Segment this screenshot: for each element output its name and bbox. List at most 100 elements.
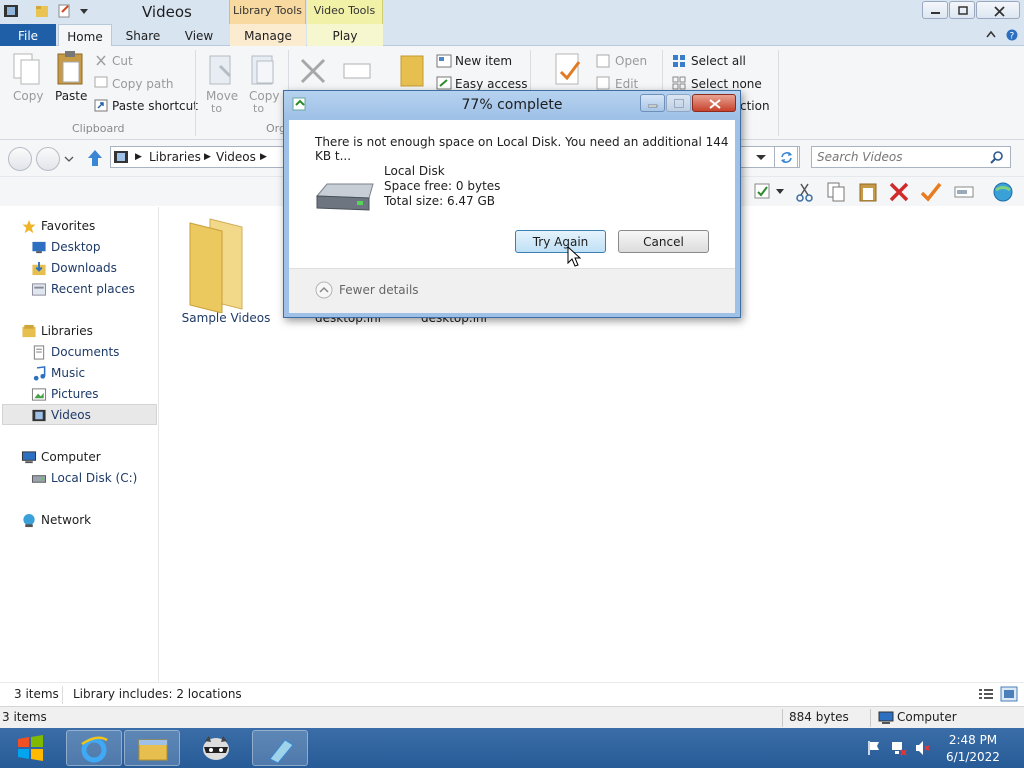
copy-icon (13, 53, 40, 85)
nav-pictures[interactable]: Pictures (31, 385, 99, 404)
tab-manage[interactable]: Manage (230, 24, 306, 47)
select-all-button[interactable]: Select all (691, 54, 746, 68)
library-locations: Library includes: 2 locations (73, 687, 242, 701)
navigation-pane: Favorites Desktop Downloads Recent place… (0, 207, 159, 682)
nav-recent-places[interactable]: Recent places (31, 280, 135, 299)
back-button[interactable] (8, 147, 32, 171)
address-dropdown-icon[interactable] (755, 154, 767, 162)
search-icon[interactable] (990, 150, 1004, 164)
new-item-button[interactable]: New item (455, 54, 512, 68)
nav-local-disk[interactable]: Local Disk (C:) (31, 469, 137, 488)
dialog-close-button[interactable] (692, 94, 736, 112)
easy-access-button[interactable]: Easy access (455, 77, 528, 91)
search-box[interactable] (811, 146, 1011, 168)
nav-libraries[interactable]: Libraries (22, 322, 93, 341)
copy-to-icon (251, 55, 274, 85)
folder-icon[interactable] (34, 3, 50, 19)
downloads-icon (32, 261, 46, 276)
globe-toolbar-icon[interactable] (992, 181, 1014, 203)
copy-button[interactable]: Copy (13, 89, 43, 103)
videos-library-icon (114, 151, 128, 163)
invert-selection-button[interactable]: ction (740, 99, 770, 113)
taskbar-raccoon-app[interactable] (188, 730, 244, 766)
taskbar-file-explorer[interactable] (124, 730, 180, 766)
window-title: Videos (142, 3, 192, 21)
tab-home[interactable]: Home (58, 24, 112, 47)
clock-time[interactable]: 2:48 PM (940, 733, 1006, 747)
rename-toolbar-icon[interactable] (953, 181, 975, 203)
move-to-icon (209, 55, 232, 85)
disk-total-size: Total size: 6.47 GB (384, 194, 496, 208)
breadcrumb-videos[interactable]: Videos (216, 150, 256, 164)
select-none-button[interactable]: Select none (691, 77, 762, 91)
cut-button[interactable]: Cut (112, 54, 133, 68)
paste-shortcut-button[interactable]: Paste shortcut (112, 99, 198, 113)
close-button[interactable] (976, 1, 1020, 19)
action-center-flag-icon[interactable] (866, 740, 882, 756)
copy-path-button[interactable]: Copy path (112, 77, 174, 91)
help-icon[interactable]: ? (1006, 29, 1018, 41)
dialog-title-bar[interactable]: 77% complete (284, 91, 740, 119)
toolbar-dropdown-icon[interactable] (776, 189, 784, 195)
try-again-button[interactable]: Try Again (515, 230, 606, 253)
recent-locations-icon[interactable] (64, 155, 74, 163)
nav-network[interactable]: Network (23, 511, 92, 530)
up-arrow-icon[interactable] (87, 149, 103, 167)
tab-file[interactable]: File (0, 24, 56, 47)
cut-toolbar-icon[interactable] (794, 181, 816, 203)
copy-to-button[interactable]: Copy (249, 89, 279, 103)
copy-path-icon (94, 76, 108, 88)
forward-button[interactable] (36, 147, 60, 171)
customize-qat-icon[interactable] (76, 3, 92, 19)
copy-toolbar-icon[interactable] (825, 181, 847, 203)
properties-large-icon (555, 53, 581, 85)
taskbar-internet-explorer[interactable] (66, 730, 122, 766)
fewer-details-link[interactable]: Fewer details (339, 283, 419, 297)
video-app-icon (4, 5, 18, 17)
details-view-icon[interactable] (978, 687, 994, 701)
delete-toolbar-icon[interactable] (888, 181, 910, 203)
disk-name: Local Disk (384, 164, 445, 178)
nav-music[interactable]: Music (33, 364, 85, 383)
properties-small-icon[interactable] (752, 181, 774, 203)
check-toolbar-icon[interactable] (920, 181, 942, 203)
dialog-minimize-button[interactable] (640, 94, 665, 112)
properties-icon[interactable] (56, 3, 72, 19)
move-to-button[interactable]: Move (206, 89, 238, 103)
video-tools-header: Video Tools (307, 0, 383, 24)
pictures-icon (31, 388, 47, 401)
edit-button[interactable]: Edit (615, 77, 638, 91)
taskbar-copy-dialog[interactable] (252, 730, 308, 766)
nav-computer[interactable]: Computer (21, 448, 101, 467)
ribbon-collapse-icon[interactable] (985, 29, 997, 39)
restore-button[interactable] (949, 1, 975, 19)
paste-button[interactable]: Paste (55, 89, 87, 103)
nav-documents[interactable]: Documents (33, 343, 119, 362)
tab-play[interactable]: Play (307, 24, 383, 47)
large-icons-view-icon[interactable] (1000, 686, 1018, 702)
volume-muted-icon[interactable] (915, 740, 931, 756)
tab-share[interactable]: Share (117, 24, 169, 47)
nav-desktop[interactable]: Desktop (32, 238, 101, 257)
paste-toolbar-icon[interactable] (857, 181, 879, 203)
cancel-button[interactable]: Cancel (618, 230, 709, 253)
tab-view[interactable]: View (174, 24, 224, 47)
nav-downloads[interactable]: Downloads (32, 259, 117, 278)
chevron-up-icon[interactable] (315, 281, 333, 299)
start-button[interactable] (6, 732, 54, 764)
status-divider (870, 709, 871, 727)
nav-favorites[interactable]: Favorites (22, 217, 95, 236)
file-item-sample-videos[interactable]: Sample Videos (180, 213, 272, 333)
network-tray-icon[interactable] (891, 740, 907, 756)
paste-shortcut-icon (94, 99, 108, 112)
breadcrumb-libraries[interactable]: Libraries (149, 150, 201, 164)
nav-network-label: Network (41, 513, 92, 527)
minimize-button[interactable] (922, 1, 948, 19)
open-button[interactable]: Open (615, 54, 647, 68)
refresh-button[interactable] (774, 146, 798, 168)
clock-date[interactable]: 6/1/2022 (940, 750, 1006, 764)
search-input[interactable] (817, 149, 987, 165)
copy-progress-dialog: 77% complete There is not enough space o… (283, 90, 741, 318)
nav-videos[interactable]: Videos (32, 406, 91, 425)
ribbon-tab-row: File Home Share View Manage Play ? (0, 24, 1024, 47)
